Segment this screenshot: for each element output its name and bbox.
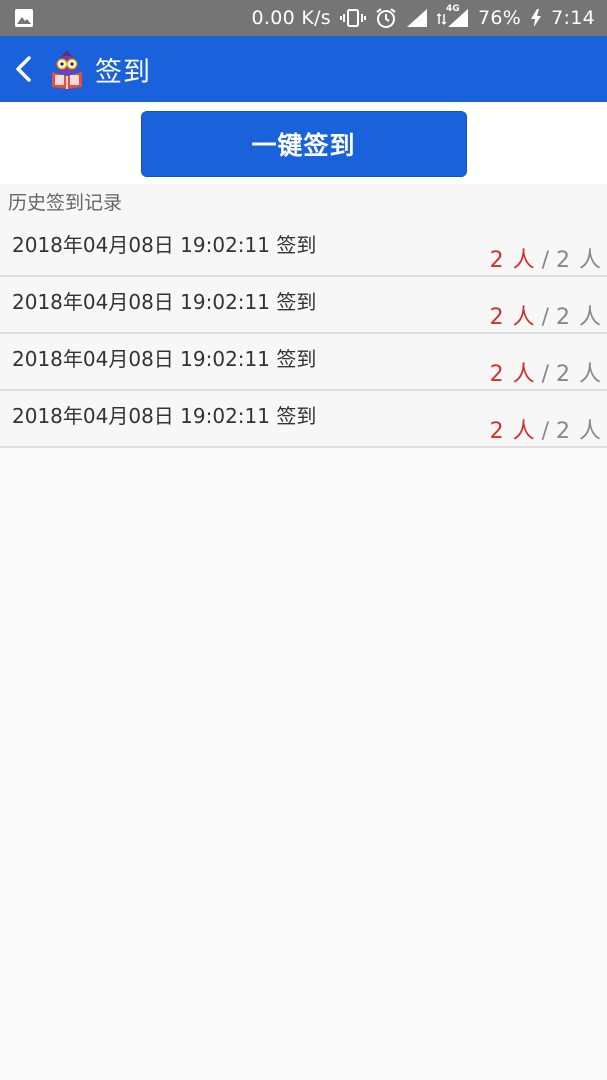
page-title: 签到	[95, 56, 151, 88]
count-separator: /	[541, 419, 550, 444]
record-text: 2018年04月08日 19:02:11 签到	[12, 290, 317, 314]
status-bar: 0.00 K/s 4G 76% 7:14	[0, 0, 607, 36]
one-click-signin-button[interactable]: 一键签到	[140, 110, 467, 177]
record-count: 2 人/2 人	[490, 413, 602, 445]
vibrate-icon	[339, 8, 366, 28]
total-count: 2 人	[556, 419, 602, 444]
app-bar: 签到	[0, 36, 607, 102]
record-text: 2018年04月08日 19:02:11 签到	[12, 233, 317, 257]
list-item[interactable]: 2018年04月08日 19:02:11 签到 2 人/2 人	[0, 277, 607, 334]
total-count: 2 人	[556, 362, 602, 387]
network-type-label: 4G	[445, 4, 460, 14]
record-text: 2018年04月08日 19:02:11 签到	[12, 404, 317, 428]
image-icon	[14, 8, 34, 28]
clock: 7:14	[551, 7, 595, 29]
signed-count: 2 人	[489, 248, 536, 273]
list-item[interactable]: 2018年04月08日 19:02:11 签到 2 人/2 人	[0, 334, 607, 391]
list-item[interactable]: 2018年04月08日 19:02:11 签到 2 人/2 人	[0, 391, 607, 448]
record-count: 2 人/2 人	[490, 242, 602, 274]
count-separator: /	[541, 362, 550, 387]
record-count: 2 人/2 人	[490, 299, 602, 331]
record-text: 2018年04月08日 19:02:11 签到	[12, 347, 317, 371]
chevron-left-icon	[14, 55, 32, 83]
action-area: 一键签到	[0, 102, 607, 184]
count-separator: /	[541, 305, 550, 330]
battery-level: 76%	[477, 7, 522, 29]
total-count: 2 人	[556, 248, 602, 273]
alarm-icon	[375, 7, 397, 29]
signed-count: 2 人	[489, 362, 536, 387]
signed-count: 2 人	[489, 419, 536, 444]
charging-icon	[530, 8, 542, 28]
signal-4g-icon: 4G	[436, 4, 469, 28]
history-record-list: 2018年04月08日 19:02:11 签到 2 人/2 人 2018年04月…	[0, 220, 607, 448]
net-speed: 0.00 K/s	[251, 7, 331, 29]
count-separator: /	[541, 248, 550, 273]
record-count: 2 人/2 人	[490, 356, 602, 388]
history-section-title: 历史签到记录	[0, 184, 607, 220]
back-button[interactable]	[3, 36, 43, 102]
reading-owl-icon	[49, 49, 85, 89]
signal-icon	[406, 8, 428, 28]
list-item[interactable]: 2018年04月08日 19:02:11 签到 2 人/2 人	[0, 220, 607, 277]
signed-count: 2 人	[489, 305, 536, 330]
total-count: 2 人	[556, 305, 602, 330]
